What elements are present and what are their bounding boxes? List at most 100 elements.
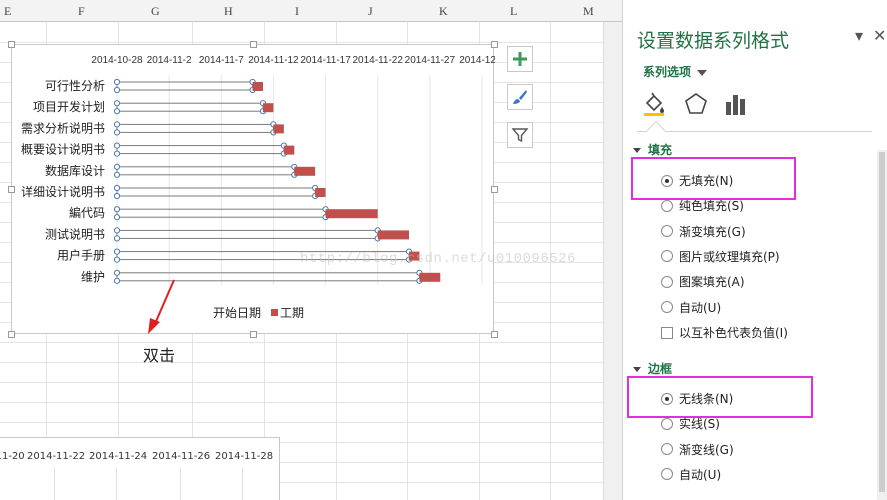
x-tick-label: 2014-11-2	[147, 55, 192, 66]
series-options-dropdown[interactable]: 系列选项	[643, 63, 708, 80]
duration-bar[interactable]	[325, 209, 378, 219]
column-header-F[interactable]: F	[78, 4, 85, 19]
fill-section-header[interactable]: 填充	[633, 141, 672, 158]
bar-chart-icon[interactable]	[723, 91, 749, 117]
start-date-bar[interactable]	[116, 123, 274, 133]
column-header-G[interactable]: G	[151, 4, 160, 19]
duration-bar[interactable]	[377, 230, 409, 240]
radio-button[interactable]	[661, 199, 673, 212]
collapse-triangle-icon	[633, 367, 641, 372]
start-date-bar[interactable]	[116, 145, 285, 155]
fill-option-5[interactable]: 自动(U)	[661, 299, 721, 316]
active-tab-notch	[646, 121, 666, 141]
worksheet[interactable]: E F G H I J K L M 2014-10-28 2014-11-2 2014-11-7 20…	[0, 0, 622, 500]
fill-option-3[interactable]: 图片或纹理填充(P)	[661, 248, 780, 265]
category-label: 編代码	[69, 205, 105, 220]
fill-option-4[interactable]: 图案填充(A)	[661, 273, 745, 290]
second-chart-gridline	[242, 468, 243, 500]
duration-bar[interactable]	[252, 82, 263, 91]
start-date-bar[interactable]	[116, 166, 295, 176]
duration-bar[interactable]	[263, 103, 274, 113]
duration-bar[interactable]	[419, 272, 441, 282]
effects-pentagon-icon[interactable]	[683, 91, 709, 117]
border-section-header[interactable]: 边框	[633, 360, 672, 377]
chart-resize-handle[interactable]	[491, 41, 498, 48]
series-selection-handle	[113, 184, 121, 192]
radio-button[interactable]	[661, 301, 673, 313]
duration-bar[interactable]	[315, 188, 326, 197]
column-header-E[interactable]: E	[4, 4, 11, 19]
second-chart[interactable]: -11-202014-11-222014-11-24 2014-11-26 2014…	[0, 437, 280, 500]
add-chart-element-button[interactable]	[507, 46, 533, 72]
gantt-chart[interactable]: 2014-10-28 2014-11-2 2014-11-7 2014-11-12 20…	[11, 44, 495, 335]
category-label: 测试说明书	[45, 226, 105, 241]
chart-resize-handle[interactable]	[8, 331, 15, 338]
legend-duration: 工期	[280, 306, 304, 320]
chart-resize-handle[interactable]	[249, 331, 257, 338]
border-section-label: 边框	[648, 362, 673, 376]
fill-option-label: 自动(U)	[679, 300, 722, 315]
radio-button[interactable]	[661, 225, 673, 238]
chart-filters-button[interactable]	[507, 122, 533, 148]
invert-negative-checkbox[interactable]: 以互补色代表负值(I)	[661, 324, 788, 341]
series-selection-handle	[113, 235, 121, 242]
highlight-box-fill	[631, 157, 796, 200]
column-header-L[interactable]: L	[510, 4, 517, 19]
duration-bar[interactable]	[273, 124, 284, 134]
radio-button[interactable]	[661, 468, 673, 481]
radio-button[interactable]	[661, 443, 673, 456]
row-gridline	[0, 382, 622, 383]
fill-option-2[interactable]: 渐变填充(G)	[661, 223, 746, 240]
column-header-H[interactable]: H	[224, 4, 233, 19]
highlight-box-border	[627, 376, 813, 418]
chart-plot[interactable]: 2014-10-28 2014-11-2 2014-11-7 2014-11-12 20…	[12, 45, 495, 335]
column-header-K[interactable]: K	[439, 4, 448, 19]
column-header-M[interactable]: M	[583, 4, 594, 19]
duration-bar[interactable]	[294, 166, 316, 176]
radio-button[interactable]	[661, 275, 673, 288]
radio-button[interactable]	[661, 250, 673, 263]
vertical-scrollbar[interactable]	[603, 22, 622, 500]
series-selection-handle	[113, 256, 121, 263]
border-option-label: 自动(U)	[679, 467, 722, 482]
legend-duration-swatch	[271, 309, 278, 316]
pane-close-icon[interactable]: ✕	[873, 26, 886, 45]
fill-option-label: 渐变填充(G)	[679, 224, 746, 239]
series-selection-handle	[113, 78, 121, 86]
series-selection-handle	[113, 86, 121, 94]
x-tick-label: 2014-12-2	[459, 55, 495, 66]
category-label: 数据库设计	[45, 163, 105, 178]
pane-options-chevron-icon[interactable]: ▾	[855, 26, 863, 45]
column-header-I[interactable]: I	[295, 4, 299, 19]
radio-button[interactable]	[661, 417, 673, 430]
duration-bar[interactable]	[283, 145, 295, 155]
checkbox-box[interactable]	[661, 326, 673, 339]
brush-icon	[513, 90, 527, 104]
start-date-bar[interactable]	[116, 81, 254, 91]
border-option-2[interactable]: 渐变线(G)	[661, 441, 734, 458]
collapse-triangle-icon	[633, 148, 641, 153]
start-date-bar[interactable]	[116, 187, 316, 197]
format-data-series-pane: 设置数据系列格式 ▾ ✕ 系列选项 填充 无填充(N) 纯色填充(S) 渐变填充(G…	[622, 0, 887, 500]
x-tick-label: 2014-11-27	[405, 55, 456, 66]
second-chart-tick-label: 2014-11-26	[152, 451, 211, 462]
chart-resize-handle[interactable]	[491, 331, 498, 338]
chart-resize-handle[interactable]	[491, 186, 498, 193]
chart-resize-handle[interactable]	[8, 41, 15, 48]
column-header-J[interactable]: J	[368, 4, 373, 19]
category-label: 概要设计说明书	[21, 142, 105, 157]
x-tick-label: 2014-11-12	[248, 55, 299, 66]
chart-styles-button[interactable]	[507, 84, 533, 110]
chart-resize-handle[interactable]	[8, 186, 15, 193]
pane-scrollbar-thumb[interactable]	[879, 152, 885, 492]
pane-title: 设置数据系列格式	[637, 30, 790, 52]
x-tick-label: 2014-11-7	[199, 55, 244, 66]
series-selection-handle	[113, 129, 121, 136]
series-selection-handle	[113, 227, 121, 234]
start-date-bar[interactable]	[116, 229, 379, 239]
border-option-3[interactable]: 自动(U)	[661, 466, 721, 483]
fill-line-icon[interactable]	[641, 91, 667, 117]
start-date-bar[interactable]	[116, 102, 264, 112]
chart-resize-handle[interactable]	[249, 41, 257, 48]
category-label: 维护	[81, 270, 105, 284]
